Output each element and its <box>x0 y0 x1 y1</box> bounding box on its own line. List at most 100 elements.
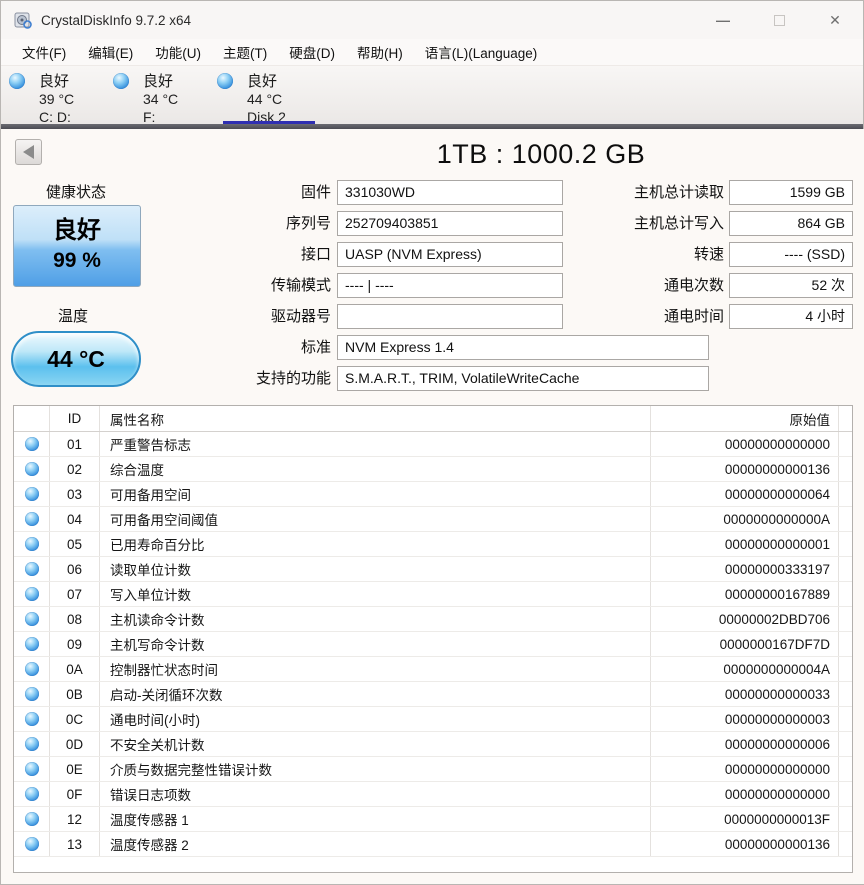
table-row[interactable]: 01严重警告标志00000000000000 <box>14 432 852 457</box>
attr-id: 0A <box>50 657 100 681</box>
status-orb-icon <box>113 73 129 89</box>
attr-id: 09 <box>50 632 100 656</box>
table-row[interactable]: 13温度传感器 200000000000136 <box>14 832 852 857</box>
menu-item[interactable]: 语言(L)(Language) <box>414 39 549 65</box>
minimize-button[interactable]: — <box>695 1 751 39</box>
attr-raw-value: 0000000167DF7D <box>651 632 839 656</box>
table-row[interactable]: 09主机写命令计数0000000167DF7D <box>14 632 852 657</box>
drive-tab-1[interactable]: 良好34 °CF: <box>111 66 215 124</box>
table-row[interactable]: 08主机读命令计数00000002DBD706 <box>14 607 852 632</box>
field-value-box: 4 小时 <box>729 304 853 329</box>
attr-raw-value: 0000000000000A <box>651 507 839 531</box>
table-row[interactable]: 0D不安全关机计数00000000000006 <box>14 732 852 757</box>
status-orb-icon <box>25 812 39 826</box>
temperature-button[interactable]: 44 °C <box>11 331 141 387</box>
attr-raw-value: 00000000167889 <box>651 582 839 606</box>
drive-tab-0[interactable]: 良好39 °CC: D: <box>7 66 111 124</box>
field-label: 标准 <box>151 335 331 360</box>
table-row[interactable]: 07写入单位计数00000000167889 <box>14 582 852 607</box>
attr-name: 主机写命令计数 <box>100 632 651 656</box>
table-row[interactable]: 04可用备用空间阈值0000000000000A <box>14 507 852 532</box>
tab-temperature: 34 °C <box>111 91 215 108</box>
tab-drive-label: Disk 2 <box>215 108 319 126</box>
field-value-box: 52 次 <box>729 273 853 298</box>
attr-id: 12 <box>50 807 100 831</box>
field-value-box: 331030WD <box>337 180 563 205</box>
attr-name: 不安全关机计数 <box>100 732 651 756</box>
table-row[interactable]: 0F错误日志项数00000000000000 <box>14 782 852 807</box>
menu-item[interactable]: 硬盘(D) <box>278 39 346 65</box>
maximize-button[interactable] <box>751 1 807 39</box>
attr-raw-value: 00000000000001 <box>651 532 839 556</box>
field-value-box: ---- (SSD) <box>729 242 853 267</box>
table-row[interactable]: 02综合温度00000000000136 <box>14 457 852 482</box>
close-button[interactable]: ✕ <box>807 1 863 39</box>
attr-raw-value: 00000000000000 <box>651 757 839 781</box>
attr-name: 综合温度 <box>100 457 651 481</box>
app-icon <box>13 10 33 30</box>
table-row[interactable]: 06读取单位计数00000000333197 <box>14 557 852 582</box>
attr-id: 05 <box>50 532 100 556</box>
attr-raw-value: 00000000333197 <box>651 557 839 581</box>
attr-id: 04 <box>50 507 100 531</box>
attr-name: 写入单位计数 <box>100 582 651 606</box>
attribute-name-column-header: 属性名称 <box>100 406 651 431</box>
attr-name: 温度传感器 2 <box>100 832 651 856</box>
attr-name: 可用备用空间 <box>100 482 651 506</box>
attr-raw-value: 00000000000003 <box>651 707 839 731</box>
table-row[interactable]: 05已用寿命百分比00000000000001 <box>14 532 852 557</box>
attr-raw-value: 00000000000136 <box>651 832 839 856</box>
health-status-label: 健康状态 <box>11 181 141 202</box>
menu-item[interactable]: 文件(F) <box>11 39 77 65</box>
attr-id: 0F <box>50 782 100 806</box>
status-orb-icon <box>25 837 39 851</box>
status-orb-icon <box>25 787 39 801</box>
attr-raw-value: 00000000000064 <box>651 482 839 506</box>
tab-health-status: 良好 <box>143 70 173 91</box>
attr-id: 02 <box>50 457 100 481</box>
table-row[interactable]: 0E介质与数据完整性错误计数00000000000000 <box>14 757 852 782</box>
attr-name: 严重警告标志 <box>100 432 651 456</box>
health-status-button[interactable]: 良好 99 % <box>13 205 141 287</box>
attr-raw-value: 00000000000000 <box>651 432 839 456</box>
smart-table-body: 01严重警告标志0000000000000002综合温度000000000001… <box>14 432 852 857</box>
menu-item[interactable]: 编辑(E) <box>77 39 144 65</box>
status-orb-icon <box>25 562 39 576</box>
menu-item[interactable]: 功能(U) <box>144 39 212 65</box>
raw-value-column-header: 原始值 <box>651 406 839 431</box>
smart-attribute-table: ID 属性名称 原始值 01严重警告标志0000000000000002综合温度… <box>13 405 853 873</box>
menu-item[interactable]: 帮助(H) <box>346 39 414 65</box>
field-value-box: UASP (NVM Express) <box>337 242 563 267</box>
field-value-box <box>337 304 563 329</box>
table-row[interactable]: 0C通电时间(小时)00000000000003 <box>14 707 852 732</box>
attr-id: 07 <box>50 582 100 606</box>
table-row[interactable]: 12温度传感器 10000000000013F <box>14 807 852 832</box>
temperature-label: 温度 <box>11 305 135 326</box>
status-orb-icon <box>9 73 25 89</box>
attr-raw-value: 0000000000004A <box>651 657 839 681</box>
table-header-row: ID 属性名称 原始值 <box>14 406 852 432</box>
attr-name: 主机读命令计数 <box>100 607 651 631</box>
field-label: 转速 <box>576 242 724 267</box>
menu-item[interactable]: 主题(T) <box>212 39 278 65</box>
table-row[interactable]: 03可用备用空间00000000000064 <box>14 482 852 507</box>
attr-raw-value: 00000000000000 <box>651 782 839 806</box>
field-label: 主机总计读取 <box>576 180 724 205</box>
attr-raw-value: 00000000000136 <box>651 457 839 481</box>
attr-raw-value: 00000000000033 <box>651 682 839 706</box>
drive-tab-2[interactable]: 良好44 °CDisk 2 <box>215 66 319 124</box>
maximize-icon <box>774 15 785 26</box>
previous-disk-button[interactable] <box>15 139 42 165</box>
attr-id: 13 <box>50 832 100 856</box>
table-row[interactable]: 0A控制器忙状态时间0000000000004A <box>14 657 852 682</box>
status-orb-icon <box>25 512 39 526</box>
field-value-box: ---- | ---- <box>337 273 563 298</box>
status-orb-icon <box>25 587 39 601</box>
field-label: 支持的功能 <box>151 366 331 391</box>
tab-drive-label: C: D: <box>7 108 111 126</box>
attr-id: 03 <box>50 482 100 506</box>
table-row[interactable]: 0B启动-关闭循环次数00000000000033 <box>14 682 852 707</box>
tab-drive-label: F: <box>111 108 215 126</box>
tab-temperature: 39 °C <box>7 91 111 108</box>
attr-id: 08 <box>50 607 100 631</box>
